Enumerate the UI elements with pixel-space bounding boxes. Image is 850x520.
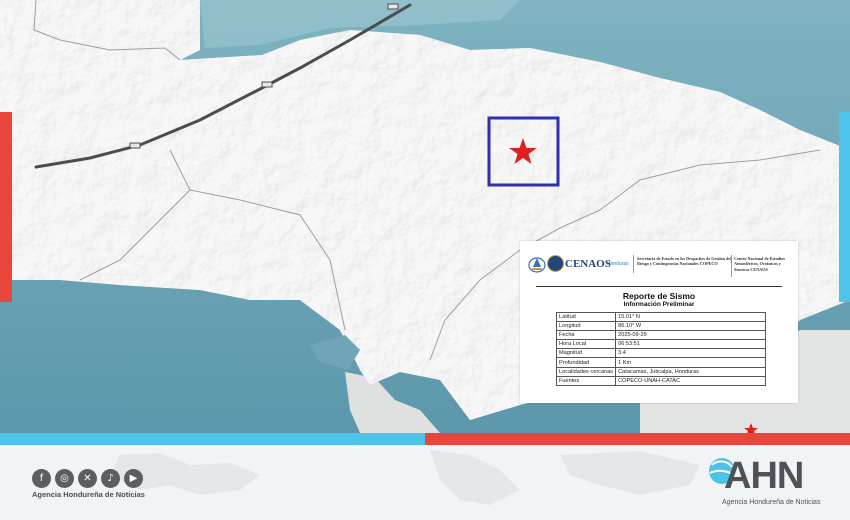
row-value: 15.01° N: [615, 311, 766, 323]
table-row: Localidades cercanas Catacamas, Juticalpa…: [555, 366, 766, 377]
row-key: Latitud: [555, 311, 617, 323]
facebook-icon[interactable]: f: [32, 469, 51, 488]
row-value: 06:53:51: [615, 339, 766, 350]
instagram-icon[interactable]: ◎: [55, 469, 74, 488]
row-key: Hora Local: [555, 339, 617, 350]
table-row: Longitud 86.10° W: [555, 321, 766, 332]
report-title: Reporte de Sismo: [622, 291, 696, 301]
secretaria-text: Secretaría de Estado en los Despachos de…: [637, 256, 732, 267]
table-row: Fecha 2025-09-25: [555, 330, 766, 341]
row-key: Fecha: [555, 330, 617, 341]
header-divider: [633, 255, 634, 273]
cenaos-name: CENAOS: [565, 258, 611, 270]
cenaos-country: Honduras: [607, 261, 629, 267]
footer-stripe-blue: [0, 433, 425, 445]
header-divider: [731, 255, 732, 277]
agency-name-small: Agencia Hondureña de Noticias: [32, 490, 145, 499]
youtube-icon[interactable]: ▶: [124, 469, 143, 488]
row-value: COPECO-UNAH-CATAC: [615, 375, 766, 386]
ahn-logo-subtitle: Agencia Hondureña de Noticias: [722, 499, 821, 506]
tiktok-icon[interactable]: ♪: [101, 469, 120, 488]
table-row: Magnitud 3.4: [555, 348, 766, 359]
row-value: 86.10° W: [615, 321, 766, 332]
footer: f ◎ ✕ ♪ ▶ Agencia Hondureña de Noticias …: [0, 445, 850, 520]
cenaos-seal-icon: [547, 255, 564, 272]
report-header: CENAOS Honduras Secretaría de Estado en …: [520, 241, 798, 285]
header-rule: [536, 286, 782, 287]
right-accent-bar: [839, 112, 850, 302]
table-row: Fuentes COPECO-UNAH-CATAC: [555, 375, 766, 386]
report-table: Latitud 15.01° N Longitud 86.10° W Fecha 20…: [555, 311, 766, 386]
row-key: Magnitud: [555, 348, 617, 359]
ahn-logo-text: AHN: [724, 455, 804, 497]
x-icon[interactable]: ✕: [78, 469, 97, 488]
row-key: Localidades cercanas: [555, 366, 617, 377]
table-row: Profundidad 1 Km: [555, 357, 766, 368]
social-icons: f ◎ ✕ ♪ ▶: [32, 469, 143, 488]
row-key: Fuentes: [555, 375, 617, 386]
row-value: 3.4: [615, 348, 766, 359]
left-accent-bar: [0, 112, 12, 302]
footer-stripe-red: [425, 433, 850, 445]
honduras-seal-icon: [528, 257, 546, 273]
earthquake-report-card: CENAOS Honduras Secretaría de Estado en …: [520, 241, 798, 403]
row-value: 2025-09-25: [615, 330, 766, 341]
row-value: Catacamas, Juticalpa, Honduras: [615, 366, 766, 377]
row-key: Longitud: [555, 321, 617, 332]
table-row: Hora Local 06:53:51: [555, 339, 766, 350]
row-key: Profundidad: [555, 357, 617, 368]
centro-text: Centro Nacional de Estudios Atmosféricos…: [734, 256, 785, 272]
report-subtitle: Información Preliminar: [623, 301, 695, 308]
row-value: 1 Km: [615, 357, 766, 368]
table-row: Latitud 15.01° N: [555, 311, 766, 323]
